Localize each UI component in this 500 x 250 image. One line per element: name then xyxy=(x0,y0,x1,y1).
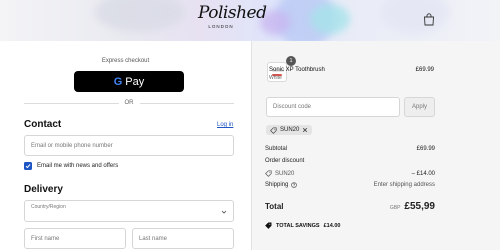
chevron-down-icon xyxy=(221,210,227,214)
applied-discount-code: SUN20 xyxy=(280,127,300,133)
order-discount-row: Order discount xyxy=(265,158,435,164)
or-divider: OR xyxy=(24,99,234,107)
tag-icon xyxy=(270,126,277,134)
last-name-input[interactable]: Last name xyxy=(132,228,234,249)
total-row: Total GBP £55,99 xyxy=(265,201,435,212)
subtotal-label: Subtotal xyxy=(265,146,288,152)
remove-discount-icon[interactable] xyxy=(302,127,308,133)
newsletter-label: Email me with news and offers xyxy=(37,163,119,169)
quantity-badge: 1 xyxy=(286,56,296,66)
logo-subtitle: LONDON xyxy=(208,24,234,29)
product-price: £69.99 xyxy=(415,67,434,73)
delivery-heading: Delivery xyxy=(24,184,63,195)
total-savings: TOTAL SAVINGS £14.00 xyxy=(265,222,340,229)
total-value: £55,99 xyxy=(404,201,435,212)
contact-heading: Contact xyxy=(24,119,62,130)
applied-discount-chip: SUN20 xyxy=(266,125,313,135)
banner-decoration xyxy=(380,0,450,35)
shipping-label-group: Shipping xyxy=(265,182,298,188)
shipping-row: Shipping Enter shipping address xyxy=(265,182,435,188)
country-region-select[interactable]: Country/Region xyxy=(24,200,234,222)
order-discount-label: Order discount xyxy=(265,158,305,164)
total-savings-label: TOTAL SAVINGS xyxy=(276,222,320,229)
logo-wordmark: Polished xyxy=(198,3,267,23)
subtotal-row: Subtotal £69.99 xyxy=(265,146,435,152)
checkout-form-panel: Express checkout G Pay OR Contact Log in… xyxy=(0,41,251,250)
tag-icon xyxy=(265,222,272,229)
shipping-label: Shipping xyxy=(265,182,289,188)
newsletter-checkbox[interactable] xyxy=(24,162,32,170)
google-g-icon: G xyxy=(113,75,123,88)
login-link[interactable]: Log in xyxy=(217,122,233,128)
checkmark-icon xyxy=(25,164,31,169)
email-or-phone-input[interactable]: Email or mobile phone number xyxy=(24,135,234,156)
divider-line xyxy=(139,102,234,104)
tag-icon xyxy=(265,170,272,177)
divider-line xyxy=(24,102,119,104)
google-pay-label: Pay xyxy=(125,75,145,88)
total-label: Total xyxy=(265,202,284,211)
help-icon[interactable] xyxy=(291,182,298,188)
discount-code-detail: SUN20 xyxy=(265,170,294,177)
total-amount-group: GBP £55,99 xyxy=(390,201,435,212)
store-logo[interactable]: Polished LONDON xyxy=(198,3,267,29)
banner-decoration xyxy=(95,0,185,32)
discount-detail-row: SUN20 – £14.00 xyxy=(265,170,435,177)
product-variant: White xyxy=(269,75,282,81)
subtotal-value: £69.99 xyxy=(416,146,435,152)
or-label: OR xyxy=(124,100,134,106)
banner-decoration xyxy=(310,4,350,34)
shipping-value: Enter shipping address xyxy=(373,182,435,188)
express-checkout-label: Express checkout xyxy=(101,58,150,64)
product-name: Sonic XP Toothbrush xyxy=(269,67,325,73)
google-pay-button[interactable]: G Pay xyxy=(74,71,184,92)
shopping-bag-icon[interactable] xyxy=(423,13,435,26)
total-currency: GBP xyxy=(389,205,401,211)
newsletter-option[interactable]: Email me with news and offers xyxy=(24,162,118,170)
first-name-input[interactable]: First name xyxy=(24,228,126,249)
apply-discount-button[interactable]: Apply xyxy=(404,97,435,117)
discount-amount: – £14.00 xyxy=(411,170,435,177)
country-region-label: Country/Region xyxy=(31,204,66,210)
total-savings-value: £14.00 xyxy=(323,222,341,229)
header-banner: Polished LONDON xyxy=(0,0,500,41)
discount-code-input[interactable]: Discount code xyxy=(266,97,400,117)
discount-code-text: SUN20 xyxy=(275,170,295,177)
